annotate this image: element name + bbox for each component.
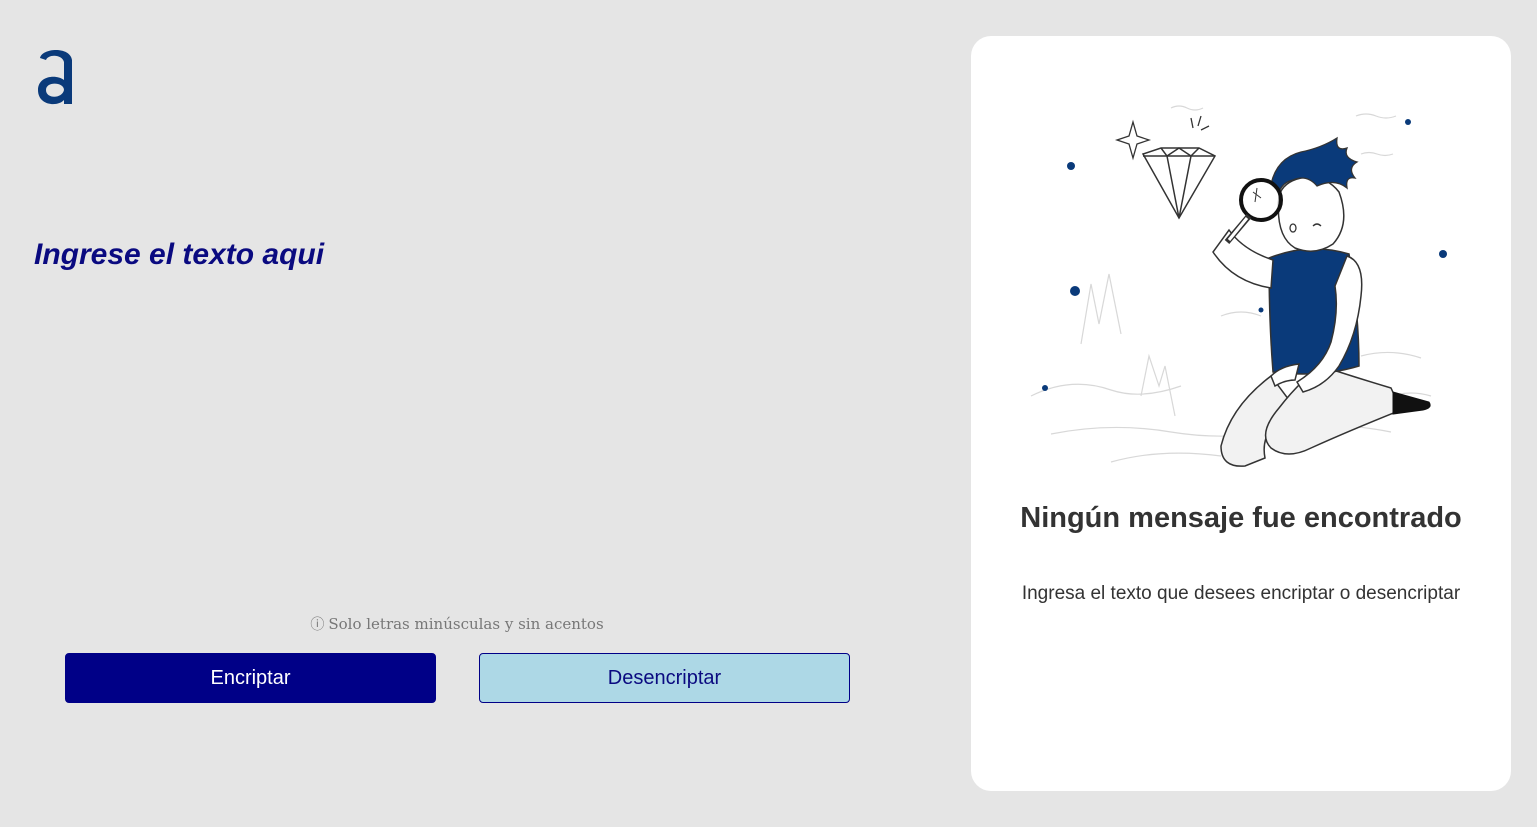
info-icon: ⓘ — [310, 617, 325, 633]
empty-message-subtitle: Ingresa el texto que desees encriptar o … — [1021, 583, 1461, 604]
text-input[interactable] — [34, 234, 894, 574]
page: ⓘSolo letras minúsculas y sin acentos En… — [0, 0, 1537, 827]
logo-icon — [38, 50, 72, 105]
empty-message-title: Ningún mensaje fue encontrado — [1020, 502, 1462, 534]
person-with-magnifying-glass-illustration — [1030, 105, 1447, 467]
output-panel: Ningún mensaje fue encontrado Ingresa el… — [971, 36, 1511, 791]
hint-text-container: ⓘ Solo letras minúsculas y sin acentos — [64, 614, 850, 634]
hint-text: Solo letras minúsculas y sin acentos — [328, 615, 604, 633]
decrypt-button[interactable]: Desencriptar — [479, 653, 850, 703]
encrypt-button[interactable]: Encriptar — [65, 653, 436, 703]
